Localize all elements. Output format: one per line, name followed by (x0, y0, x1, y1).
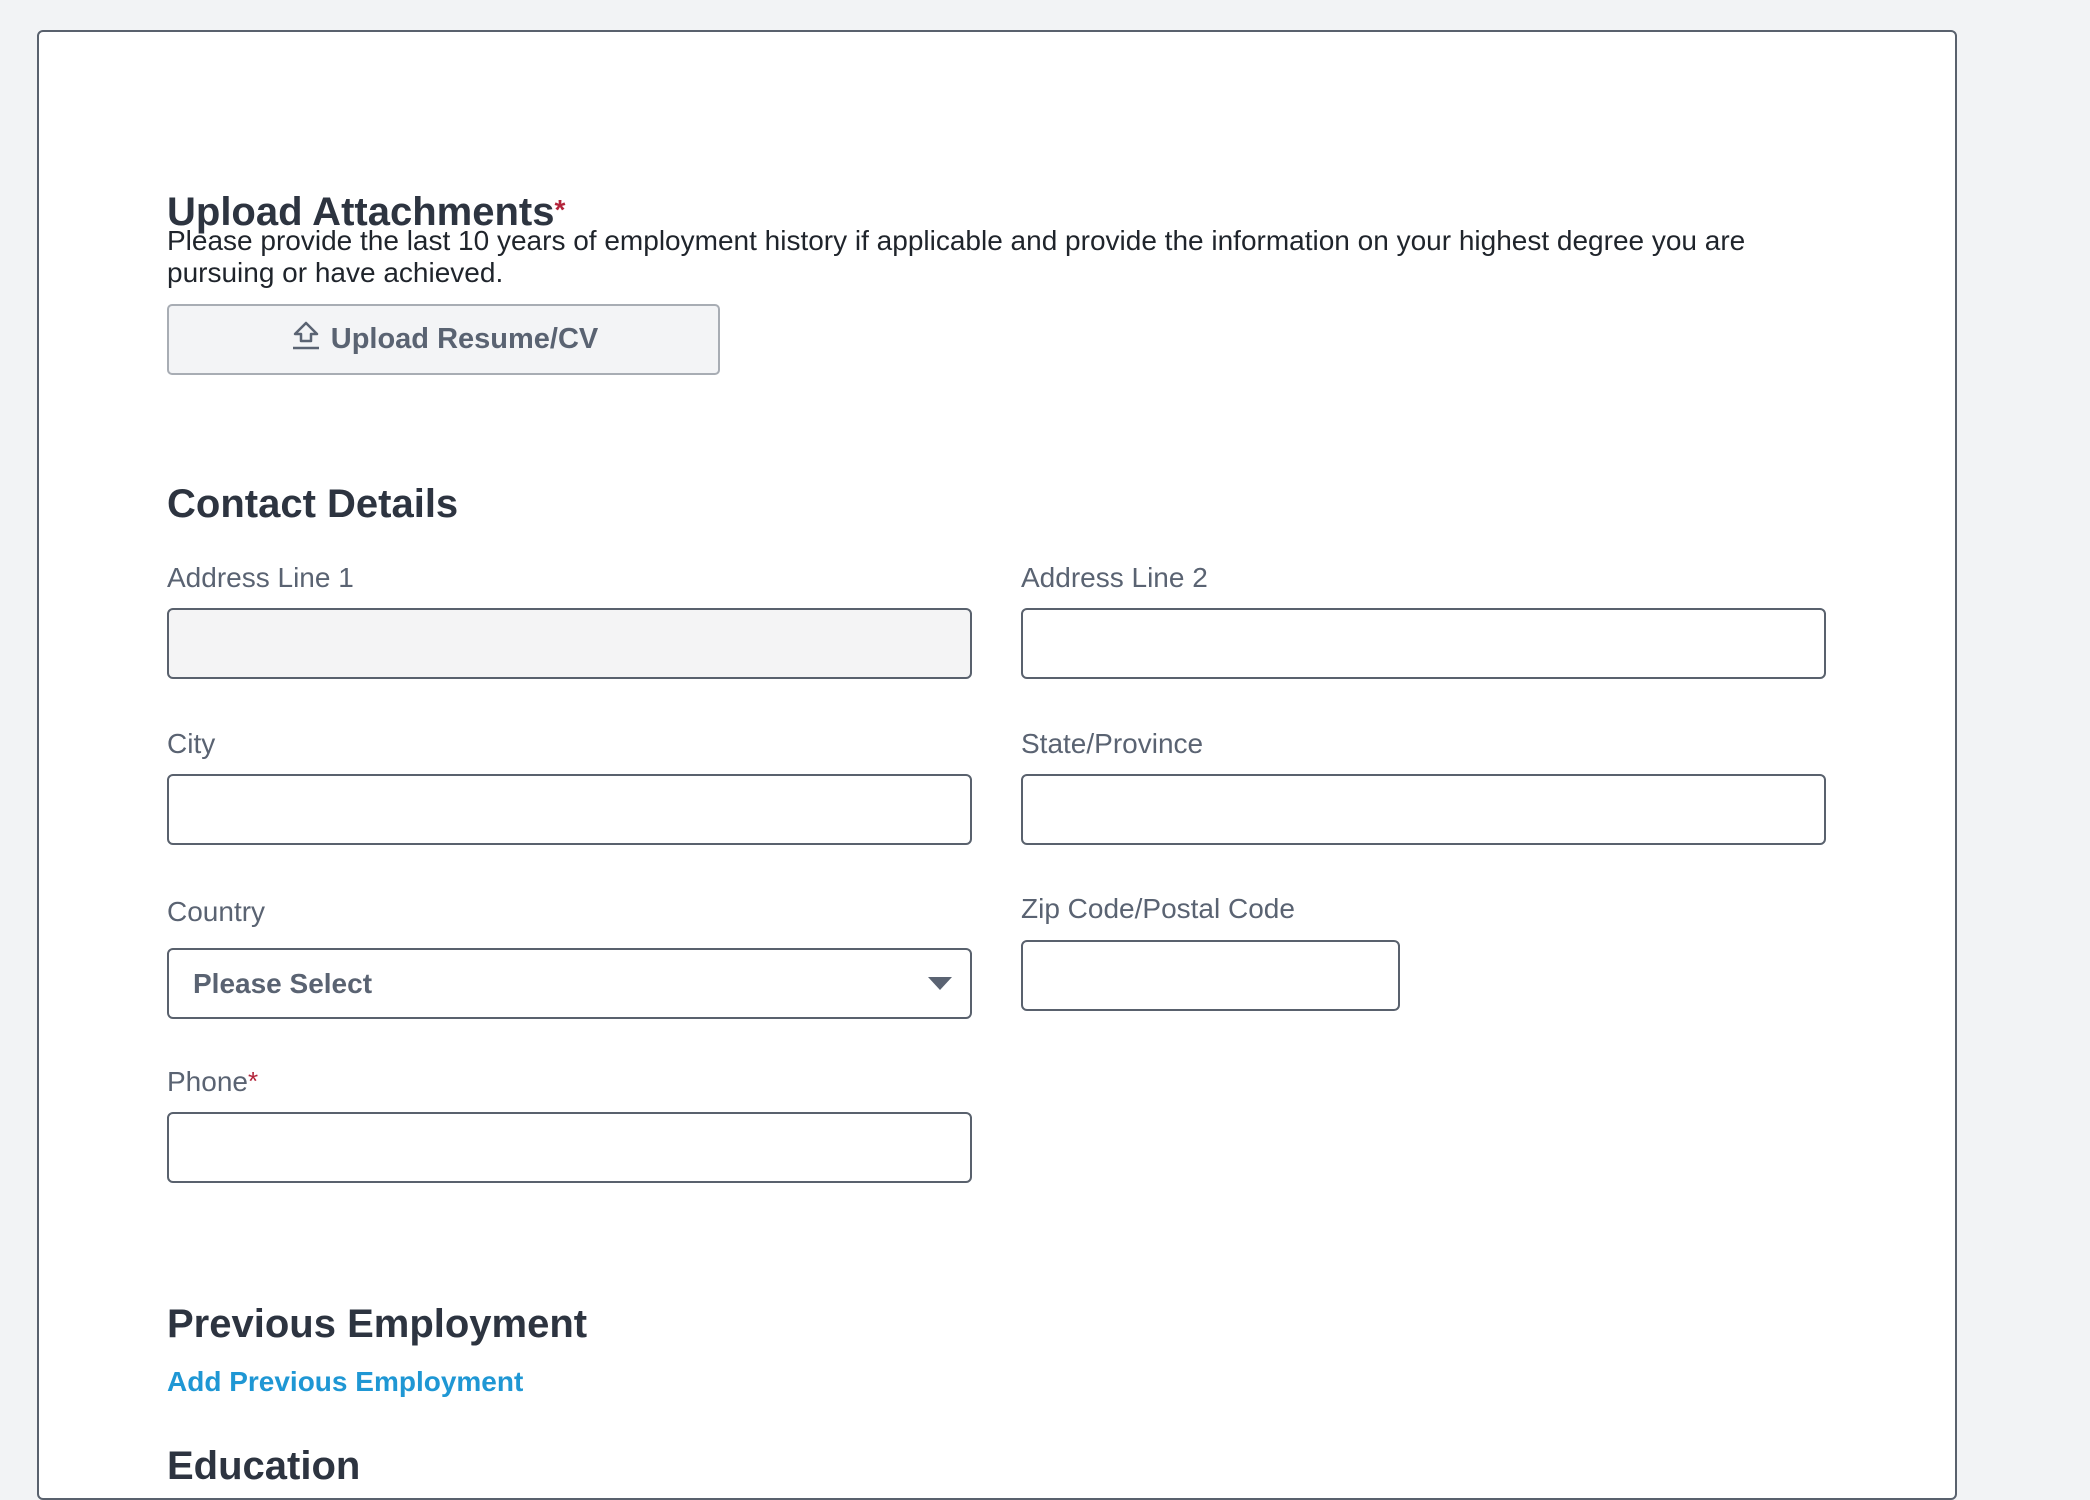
address-line-2-label: Address Line 2 (1021, 562, 1208, 593)
state-province-label: State/Province (1021, 728, 1204, 759)
phone-label: Phone* (167, 1066, 258, 1098)
required-asterisk: * (247, 1066, 259, 1096)
country-selected-value: Please Select (193, 967, 373, 999)
contact-details-heading: Contact Details (167, 482, 459, 526)
zip-code-input[interactable] (1021, 940, 1400, 1011)
previous-employment-heading: Previous Employment (167, 1302, 588, 1346)
city-input[interactable] (167, 774, 972, 845)
application-form-card: Upload Attachments* Please provide the l… (37, 30, 1957, 1500)
required-asterisk: * (554, 194, 566, 225)
zip-code-label: Zip Code/Postal Code (1021, 893, 1295, 924)
address-line-1-input[interactable] (167, 608, 972, 679)
upload-icon (289, 319, 331, 361)
country-select[interactable]: Please Select (167, 948, 972, 1019)
address-line-1-label: Address Line 1 (167, 562, 354, 593)
phone-label-text: Phone (167, 1066, 248, 1097)
add-previous-employment-link[interactable]: Add Previous Employment (167, 1366, 523, 1398)
upload-resume-label: Upload Resume/CV (330, 323, 599, 355)
address-line-2-input[interactable] (1021, 608, 1826, 679)
chevron-down-icon (928, 977, 952, 990)
country-label: Country (167, 896, 266, 927)
upload-description: Please provide the last 10 years of empl… (167, 225, 1746, 288)
phone-input[interactable] (167, 1112, 972, 1183)
upload-resume-button[interactable]: Upload Resume/CV (167, 304, 720, 375)
city-label: City (167, 728, 216, 759)
education-heading: Education (167, 1444, 361, 1488)
state-province-input[interactable] (1021, 774, 1826, 845)
